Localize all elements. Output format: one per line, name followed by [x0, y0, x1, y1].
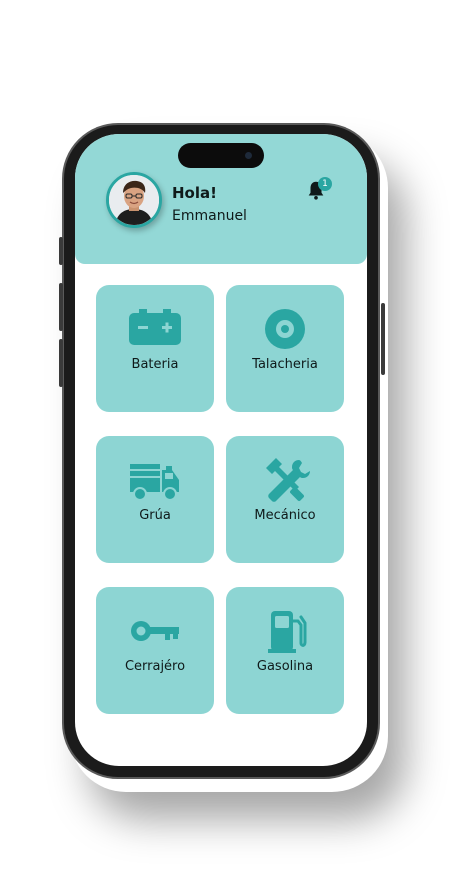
app-screen: Hola! Emmanuel 1 Bateria Talacheria Grúa… [75, 134, 367, 766]
tools-icon [266, 458, 310, 502]
volume-down-button [59, 339, 63, 387]
service-label: Gasolina [256, 659, 314, 674]
service-tile-mecanico[interactable]: Mecánico [226, 436, 344, 563]
service-label: Mecánico [254, 508, 316, 523]
service-tile-grua[interactable]: Grúa [96, 436, 214, 563]
tire-icon [265, 309, 305, 349]
dynamic-island [178, 143, 264, 168]
service-tile-talacheria[interactable]: Talacheria [226, 285, 344, 412]
service-label: Cerrajéro [124, 659, 186, 674]
service-tile-cerrajero[interactable]: Cerrajéro [96, 587, 214, 714]
mute-switch [59, 237, 63, 265]
power-button [381, 303, 385, 375]
service-label: Bateria [131, 357, 179, 372]
tow-truck-icon [130, 464, 179, 501]
greeting: Hola! [172, 184, 217, 202]
volume-up-button [59, 283, 63, 331]
service-label: Grúa [139, 508, 171, 523]
avatar[interactable] [106, 172, 162, 228]
avatar-photo-icon [109, 175, 159, 225]
service-tile-gasolina[interactable]: Gasolina [226, 587, 344, 714]
service-label: Talacheria [252, 357, 318, 372]
service-tile-bateria[interactable]: Bateria [96, 285, 214, 412]
key-icon [131, 621, 179, 641]
notification-badge: 1 [318, 177, 332, 191]
battery-icon [129, 309, 181, 345]
user-name: Emmanuel [172, 208, 247, 224]
fuel-pump-icon [268, 611, 307, 653]
